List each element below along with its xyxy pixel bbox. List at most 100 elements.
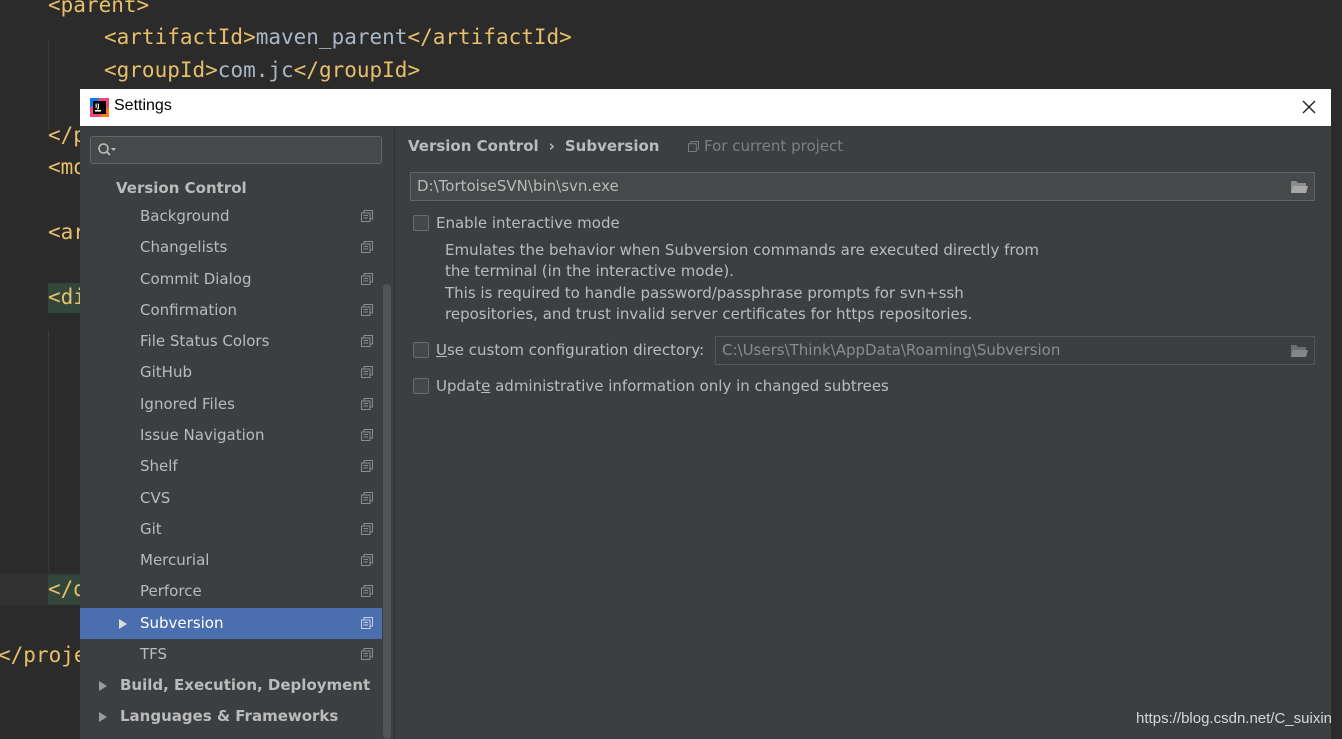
tree-item-label: Mercurial xyxy=(140,551,210,569)
tree-item-label: File Status Colors xyxy=(140,332,270,350)
tree-item-label: TFS xyxy=(140,645,168,663)
dialog-titlebar[interactable]: IJ Settings xyxy=(80,89,1331,126)
tree-item-commit-dialog[interactable]: Commit Dialog xyxy=(80,264,394,295)
project-scope-icon xyxy=(361,648,373,660)
search-input[interactable] xyxy=(90,136,382,164)
tree-item-label: Shelf xyxy=(140,457,178,475)
custom-config-path: C:\Users\Think\AppData\Roaming\Subversio… xyxy=(722,341,1061,359)
tree-item-label: Background xyxy=(140,207,230,225)
code-line: <parent> xyxy=(48,0,150,17)
interactive-mode-description-line: This is required to handle password/pass… xyxy=(445,284,964,302)
tree-section-build[interactable]: Build, Execution, Deployment xyxy=(80,670,394,701)
folder-icon xyxy=(1291,345,1308,357)
tree-item-tfs[interactable]: TFS xyxy=(80,639,394,670)
code-line: <groupId>com.jc</groupId> xyxy=(104,58,421,82)
project-scope-icon xyxy=(361,335,373,347)
tree-section-label: Build, Execution, Deployment xyxy=(120,676,371,694)
search-icon xyxy=(98,143,116,156)
project-scope-icon xyxy=(361,304,373,316)
close-button[interactable] xyxy=(1297,95,1321,119)
project-scope-icon xyxy=(361,460,373,472)
tree-group-version-control[interactable]: Version Control xyxy=(80,173,394,204)
tree-item-label: Changelists xyxy=(140,238,228,256)
project-scope-icon xyxy=(361,554,373,566)
svg-text:IJ: IJ xyxy=(95,103,99,110)
tree-item-subversion[interactable]: Subversion xyxy=(80,608,394,639)
project-scope-icon xyxy=(361,617,373,629)
label-text: se custom configuration directory: xyxy=(446,341,705,359)
tree-item-git[interactable]: Git xyxy=(80,514,394,545)
project-scope-icon xyxy=(361,398,373,410)
tree-item-label: Commit Dialog xyxy=(140,270,252,288)
close-icon xyxy=(1302,100,1316,114)
project-scope-icon xyxy=(361,492,373,504)
folder-icon[interactable] xyxy=(1290,179,1308,194)
scope-indicator: For current project xyxy=(688,137,843,155)
tree-item-label: CVS xyxy=(140,489,171,507)
dialog-title: Settings xyxy=(114,97,172,114)
expand-arrow-icon[interactable] xyxy=(99,681,107,691)
project-scope-icon xyxy=(361,210,373,222)
svn-executable-path: D:\TortoiseSVN\bin\svn.exe xyxy=(417,177,619,195)
project-scope-icon xyxy=(361,523,373,535)
custom-config-checkbox[interactable] xyxy=(413,342,429,358)
tree-item-label: Ignored Files xyxy=(140,395,235,413)
sidebar-scroll-thumb[interactable] xyxy=(383,284,391,739)
code-line: <artifactId>maven_parent</artifactId> xyxy=(104,25,572,49)
tree-item-background[interactable]: Background xyxy=(80,201,394,232)
label-text: administrative information only in chang… xyxy=(490,377,889,395)
update-admin-info-checkbox[interactable] xyxy=(413,378,429,394)
project-scope-icon xyxy=(361,366,373,378)
expand-arrow-icon[interactable] xyxy=(99,712,107,722)
code-line: </proje xyxy=(0,643,87,667)
svn-executable-path-field[interactable]: D:\TortoiseSVN\bin\svn.exe xyxy=(410,172,1315,201)
interactive-mode-label[interactable]: Enable interactive mode xyxy=(436,214,620,232)
label-text: Updat xyxy=(436,377,482,395)
tree-item-changelists[interactable]: Changelists xyxy=(80,232,394,263)
mnemonic-letter: e xyxy=(481,377,491,395)
custom-config-label[interactable]: Use custom configuration directory: xyxy=(436,341,704,359)
tree-item-shelf[interactable]: Shelf xyxy=(80,451,394,482)
project-scope-icon xyxy=(361,429,373,441)
interactive-mode-description-line: repositories, and trust invalid server c… xyxy=(445,305,973,323)
tree-section-label: Languages & Frameworks xyxy=(120,707,339,725)
tree-item-cvs[interactable]: CVS xyxy=(80,483,394,514)
watermark-text: https://blog.csdn.net/C_suixin xyxy=(1136,710,1332,727)
settings-sidebar: Version Control Background Changelists C… xyxy=(80,126,394,739)
update-admin-info-label[interactable]: Update administrative information only i… xyxy=(436,377,889,395)
tree-item-label: Issue Navigation xyxy=(140,426,265,444)
tree-item-issue-navigation[interactable]: Issue Navigation xyxy=(80,420,394,451)
interactive-mode-description-line: Emulates the behavior when Subversion co… xyxy=(445,241,1040,259)
tree-item-confirmation[interactable]: Confirmation xyxy=(80,295,394,326)
project-scope-icon xyxy=(361,273,373,285)
tree-item-github[interactable]: GitHub xyxy=(80,357,394,388)
project-scope-icon xyxy=(688,141,699,152)
tree-item-label: Subversion xyxy=(140,614,224,632)
tree-item-file-status-colors[interactable]: File Status Colors xyxy=(80,326,394,357)
project-scope-icon xyxy=(361,585,373,597)
breadcrumb-current: Subversion xyxy=(564,137,660,155)
scope-label: For current project xyxy=(704,137,844,155)
interactive-mode-description-line: the terminal (in the interactive mode). xyxy=(445,262,734,280)
mnemonic-letter: U xyxy=(436,341,447,359)
breadcrumb: Version Control › Subversion xyxy=(408,137,659,155)
tree-item-ignored-files[interactable]: Ignored Files xyxy=(80,389,394,420)
tree-item-label: Perforce xyxy=(140,582,202,600)
interactive-mode-checkbox[interactable] xyxy=(413,215,429,231)
custom-config-path-field: C:\Users\Think\AppData\Roaming\Subversio… xyxy=(715,336,1315,365)
tree-section-languages[interactable]: Languages & Frameworks xyxy=(80,701,394,732)
settings-content: Version Control › Subversion For current p… xyxy=(395,126,1331,739)
tree-group-label: Version Control xyxy=(116,179,247,197)
tree-item-label: GitHub xyxy=(140,363,192,381)
tree-item-perforce[interactable]: Perforce xyxy=(80,576,394,607)
settings-dialog: IJ Settings Version Control Background C… xyxy=(80,89,1331,739)
tree-item-label: Confirmation xyxy=(140,301,238,319)
breadcrumb-parent: Version Control xyxy=(408,137,539,155)
project-scope-icon xyxy=(361,241,373,253)
indent-guide xyxy=(48,40,49,130)
intellij-logo-icon: IJ xyxy=(90,98,109,117)
tree-item-mercurial[interactable]: Mercurial xyxy=(80,545,394,576)
tree-item-label: Git xyxy=(140,520,162,538)
expand-arrow-icon[interactable] xyxy=(119,619,127,629)
breadcrumb-separator: › xyxy=(548,137,555,155)
